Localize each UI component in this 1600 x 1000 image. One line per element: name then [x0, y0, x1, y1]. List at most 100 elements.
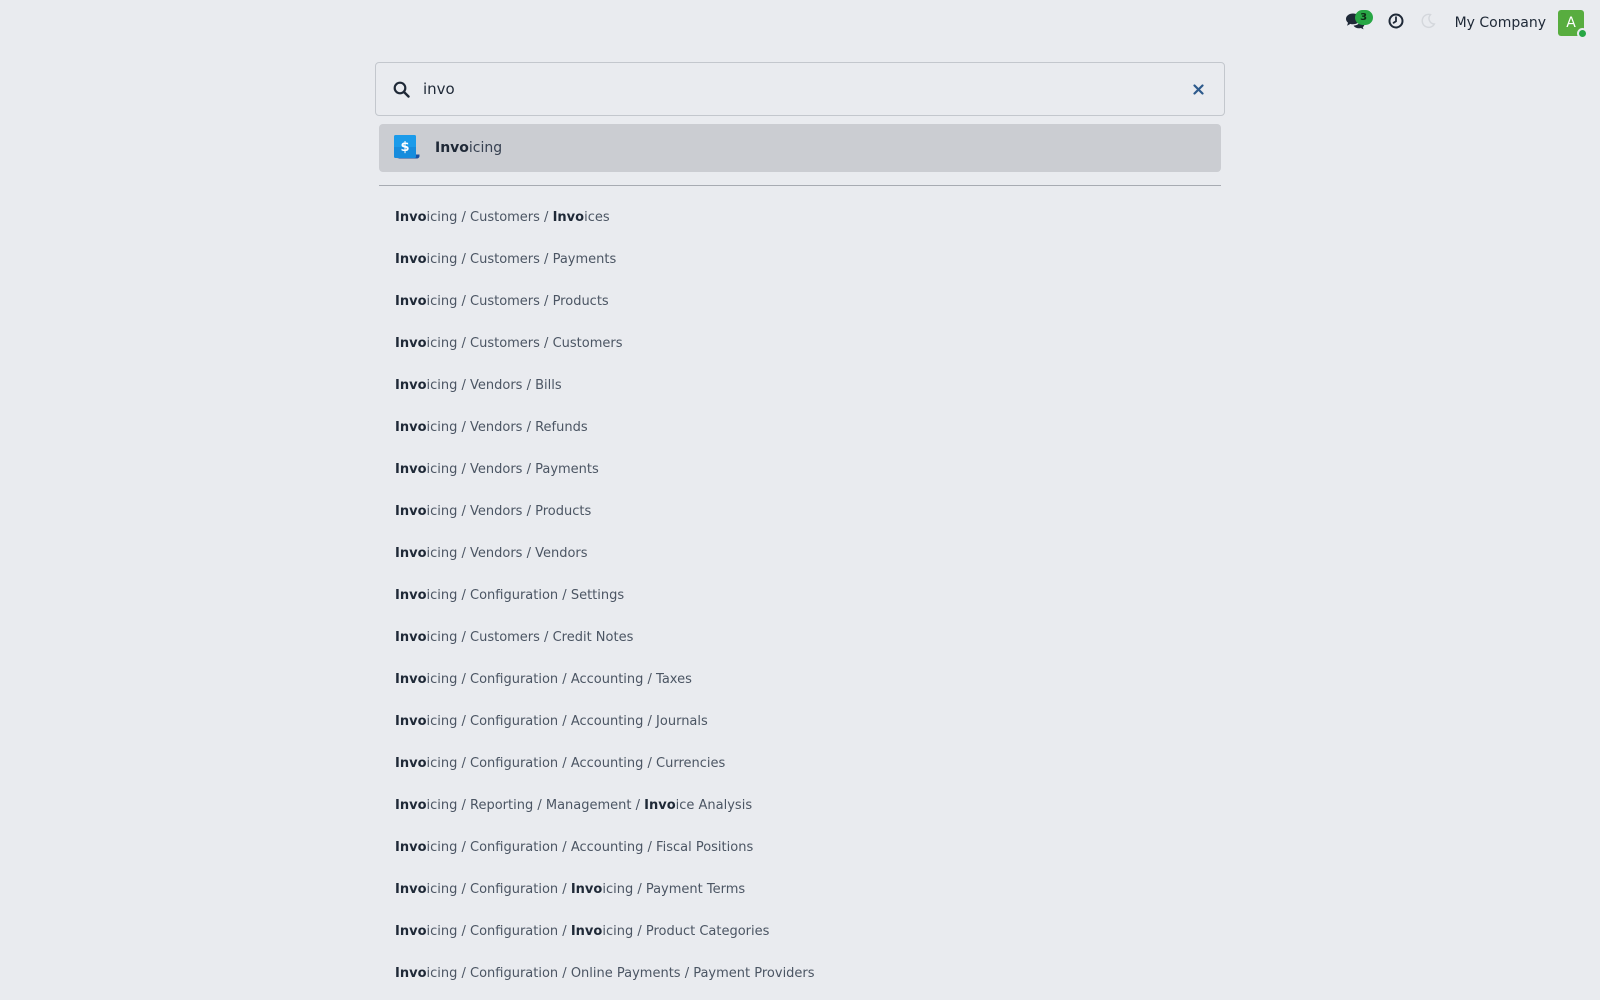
company-switcher[interactable]: My Company — [1455, 15, 1546, 31]
search-input[interactable] — [421, 69, 1186, 109]
path-text: icing / Vendors / Payments — [426, 461, 599, 477]
menu-result-item[interactable]: Invoicing / Configuration / Invoicing / … — [375, 868, 1225, 910]
path-text: icing / Configuration / Accounting / Tax… — [426, 671, 692, 687]
menu-result-path: Invoicing / Vendors / Products — [395, 504, 591, 519]
path-text: icing / Reporting / Management / — [426, 797, 645, 813]
menu-result-path: Invoicing / Vendors / Payments — [395, 462, 599, 477]
menu-result-item[interactable]: Invoicing / Configuration / Accounting /… — [375, 658, 1225, 700]
query-match-text: Invo — [395, 797, 427, 813]
path-text: icing / Payment Terms — [602, 881, 746, 897]
user-avatar[interactable]: A — [1558, 10, 1588, 39]
menu-result-item[interactable]: Invoicing / Customers / Customers — [375, 322, 1225, 364]
menu-result-path: Invoicing / Configuration / Accounting /… — [395, 672, 692, 687]
query-match-text: Invo — [395, 671, 427, 687]
menu-result-item[interactable]: Invoicing / Customers / Invoices — [375, 196, 1225, 238]
menu-result-item[interactable]: Invoicing / Customers / Products — [375, 280, 1225, 322]
path-text: icing / Vendors / Refunds — [426, 419, 588, 435]
menu-result-item[interactable]: Invoicing / Configuration / Settings — [375, 574, 1225, 616]
menu-result-path: Invoicing / Configuration / Online Payme… — [395, 966, 815, 981]
query-match-text: Invo — [395, 251, 427, 267]
path-text: icing / Vendors / Vendors — [426, 545, 588, 561]
menu-result-path: Invoicing / Customers / Invoices — [395, 210, 610, 225]
menu-result-path: Invoicing / Configuration / Invoicing / … — [395, 882, 745, 897]
path-text: icing / Configuration / Accounting / Jou… — [426, 713, 708, 729]
menu-result-path: Invoicing / Configuration / Accounting /… — [395, 756, 725, 771]
menu-result-path: Invoicing / Configuration / Settings — [395, 588, 624, 603]
menu-result-path: Invoicing / Customers / Credit Notes — [395, 630, 633, 645]
menu-result-item[interactable]: Invoicing / Configuration / Online Payme… — [375, 952, 1225, 994]
menu-result-item[interactable]: Invoicing / Vendors / Payments — [375, 448, 1225, 490]
menu-result-path: Invoicing / Vendors / Vendors — [395, 546, 588, 561]
query-match-text: Invo — [395, 755, 427, 771]
path-text: icing / Configuration / Settings — [426, 587, 625, 603]
query-match-text: Invo — [395, 209, 427, 225]
search-box — [375, 62, 1225, 116]
menu-result-item[interactable]: Invoicing / Vendors / Products — [375, 490, 1225, 532]
menu-result-item[interactable]: Invoicing / Vendors / Bills — [375, 364, 1225, 406]
app-result-label-match: Invo — [435, 140, 469, 156]
path-text: icing / Configuration / — [426, 923, 571, 939]
menu-result-item[interactable]: Invoicing / Customers / Payments — [375, 238, 1225, 280]
path-text: icing / Configuration / Accounting / Fis… — [426, 839, 754, 855]
query-match-text: Invo — [570, 881, 603, 897]
invoicing-app-icon: $ — [393, 134, 421, 162]
path-text: ices — [584, 209, 610, 225]
path-text: icing / Customers / Credit Notes — [426, 629, 634, 645]
menu-result-item[interactable]: Invoicing / Configuration / Accounting /… — [375, 700, 1225, 742]
app-result-label-rest: icing — [468, 140, 503, 156]
path-text: ice Analysis — [675, 797, 753, 813]
query-match-text: Invo — [570, 923, 603, 939]
menu-result-path: Invoicing / Configuration / Invoicing / … — [395, 924, 769, 939]
query-match-text: Invo — [395, 629, 427, 645]
path-text: icing / Customers / Products — [426, 293, 609, 309]
menu-result-item[interactable]: Invoicing / Vendors / Refunds — [375, 406, 1225, 448]
path-text: icing / Product Categories — [602, 923, 770, 939]
messages-count-badge: 3 — [1354, 10, 1373, 25]
menu-result-path: Invoicing / Vendors / Bills — [395, 378, 562, 393]
menu-result-path: Invoicing / Customers / Payments — [395, 252, 616, 267]
menu-result-path: Invoicing / Reporting / Management / Inv… — [395, 798, 752, 813]
clear-search-button[interactable] — [1186, 77, 1210, 101]
path-text: icing / Vendors / Products — [426, 503, 592, 519]
svg-text:$: $ — [400, 140, 409, 155]
path-text: icing / Customers / Customers — [426, 335, 623, 351]
menu-result-item[interactable]: Invoicing / Configuration / Accounting /… — [375, 742, 1225, 784]
query-match-text: Invo — [395, 839, 427, 855]
app-result-label: Invoicing — [435, 140, 502, 156]
avatar-initial: A — [1566, 15, 1576, 31]
dark-mode-toggle[interactable] — [1417, 10, 1439, 36]
menu-result-item[interactable]: Invoicing / Reporting / Management / Inv… — [375, 784, 1225, 826]
query-match-text: Invo — [395, 335, 427, 351]
menu-results-list: Invoicing / Customers / Invoices Invoicin… — [375, 196, 1225, 994]
menu-result-path: Invoicing / Configuration / Accounting /… — [395, 714, 708, 729]
close-icon — [1192, 80, 1204, 99]
results-divider — [379, 185, 1221, 186]
clock-icon — [1388, 13, 1404, 33]
query-match-text: Invo — [395, 881, 427, 897]
path-text: icing / Vendors / Bills — [426, 377, 562, 393]
query-match-text: Invo — [395, 713, 427, 729]
top-navbar: 3 My Company A — [0, 0, 1600, 46]
query-match-text: Invo — [395, 419, 427, 435]
menu-result-path: Invoicing / Configuration / Accounting /… — [395, 840, 753, 855]
query-match-text: Invo — [395, 545, 427, 561]
menu-result-item[interactable]: Invoicing / Configuration / Accounting /… — [375, 826, 1225, 868]
query-match-text: Invo — [395, 965, 427, 981]
menu-result-item[interactable]: Invoicing / Vendors / Vendors — [375, 532, 1225, 574]
query-match-text: Invo — [395, 923, 427, 939]
query-match-text: Invo — [552, 209, 585, 225]
query-match-text: Invo — [395, 293, 427, 309]
menu-result-item[interactable]: Invoicing / Configuration / Invoicing / … — [375, 910, 1225, 952]
search-icon — [393, 81, 421, 98]
query-match-text: Invo — [395, 503, 427, 519]
query-match-text: Invo — [395, 377, 427, 393]
activity-button[interactable] — [1385, 10, 1407, 36]
query-match-text: Invo — [395, 461, 427, 477]
messages-button[interactable]: 3 — [1341, 10, 1373, 36]
path-text: icing / Customers / — [426, 209, 553, 225]
app-result-invoicing[interactable]: $ Invoicing — [379, 124, 1221, 172]
online-status-indicator — [1577, 28, 1588, 39]
query-match-text: Invo — [644, 797, 676, 813]
command-palette: $ Invoicing Invoicing / Customers / Invo… — [375, 62, 1225, 994]
menu-result-item[interactable]: Invoicing / Customers / Credit Notes — [375, 616, 1225, 658]
